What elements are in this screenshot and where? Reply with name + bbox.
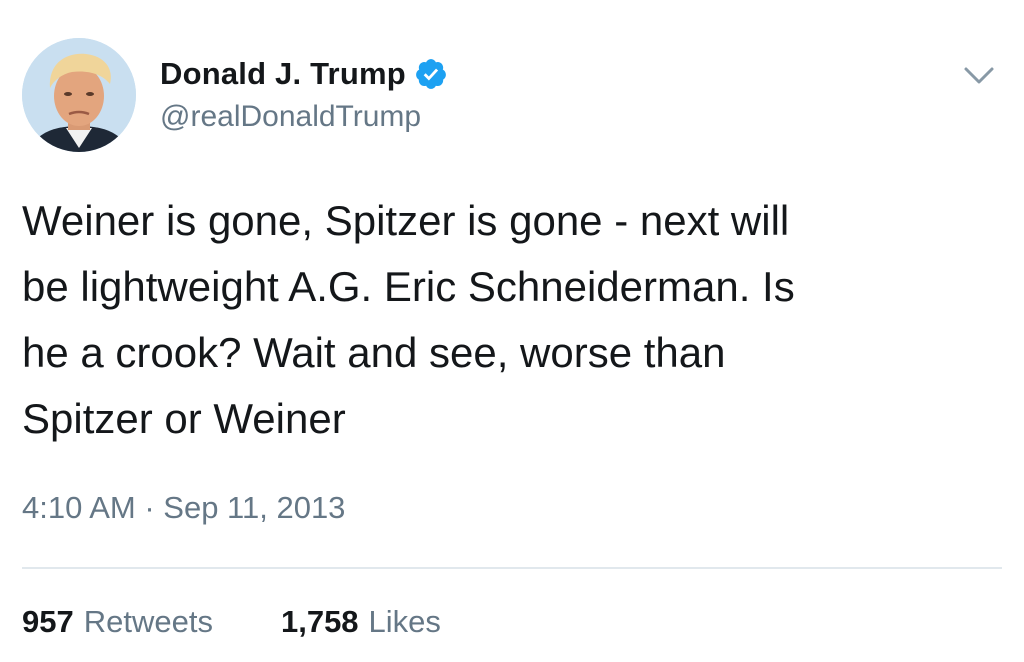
tweet-timestamp[interactable]: 4:10 AM · Sep 11, 2013 — [22, 490, 345, 526]
retweets-label: Retweets — [83, 604, 213, 639]
avatar[interactable] — [22, 38, 136, 152]
tweet-card: Donald J. Trump @realDonaldTrump Weiner … — [0, 0, 1024, 662]
author-handle[interactable]: @realDonaldTrump — [160, 100, 421, 134]
retweets-count: 957 — [22, 604, 74, 639]
tweet-menu-button[interactable] — [960, 60, 998, 90]
tweet-text: Weiner is gone, Spitzer is gone - next w… — [22, 197, 795, 442]
retweets-stat[interactable]: 957 Retweets — [22, 604, 213, 640]
profile-photo-icon — [22, 38, 136, 152]
chevron-down-icon — [964, 67, 994, 84]
likes-count: 1,758 — [280, 604, 359, 639]
author-name-row: Donald J. Trump — [160, 52, 448, 96]
divider — [22, 567, 1002, 569]
author-display-name[interactable]: Donald J. Trump — [160, 56, 406, 92]
likes-stat[interactable]: 1,758 Likes — [281, 604, 441, 640]
verified-badge-icon — [414, 57, 448, 91]
likes-label: Likes — [368, 604, 441, 639]
tweet-stats: 957 Retweets 1,758 Likes — [22, 604, 441, 640]
